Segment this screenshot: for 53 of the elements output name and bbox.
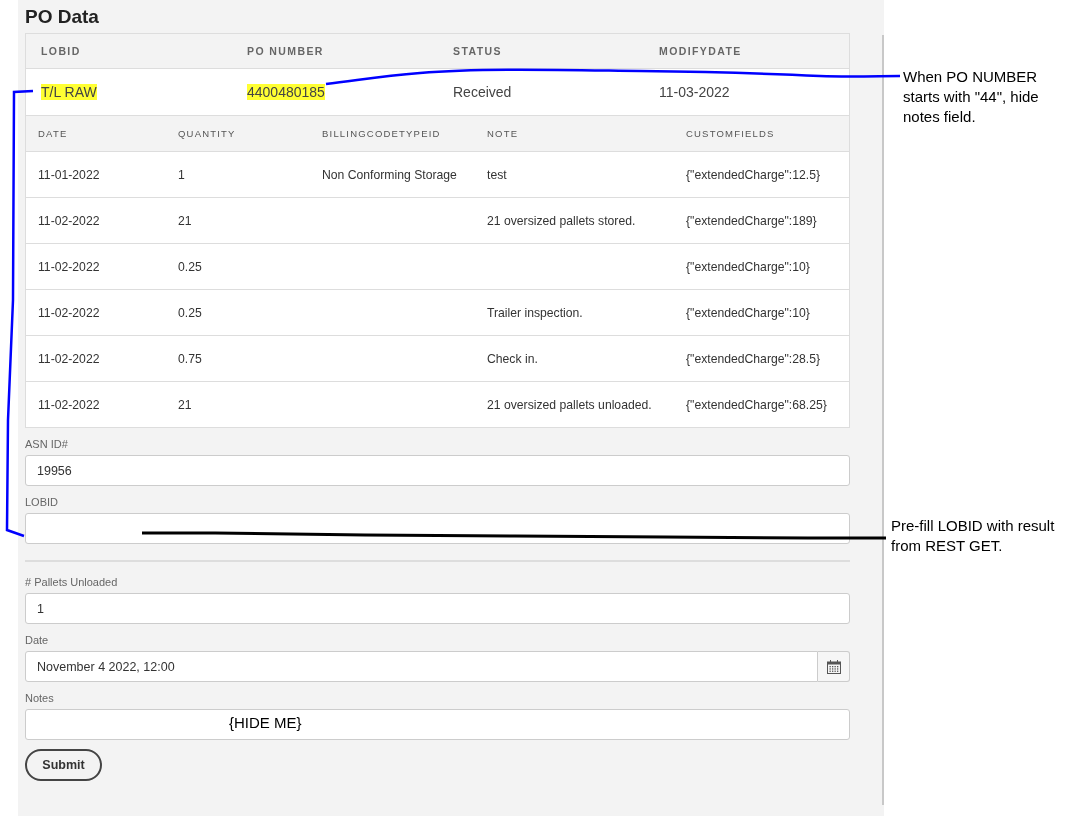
field-label: Date [25,634,50,646]
column-header: DATE [37,128,69,139]
input-field[interactable]: {HIDE ME} [25,709,850,740]
table-cell-text: 0.75 [177,351,203,366]
table-cell-text: 0.25 [177,259,203,274]
table-cell-text: 1 [177,167,186,182]
column-header: CUSTOMFIELDS [685,128,776,139]
table-cell-text: {"extendedCharge":10} [685,259,811,274]
field-label: # Pallets Unloaded [25,576,119,588]
column-header: QUANTITY [177,128,237,139]
column-header: PO NUMBER [246,45,325,57]
table-cell-text: 0.25 [177,305,203,320]
table-cell-text: 11-02-2022 [37,213,101,228]
table-cell-text: {"extendedCharge":12.5} [685,167,822,182]
table-cell: Received [453,84,512,100]
table-cell-text: 21 [177,213,193,228]
input-field[interactable] [25,513,850,544]
column-header: LOBID [40,45,82,57]
field-label: LOBID [25,496,59,508]
field-label: ASN ID# [25,438,69,450]
table-cell-text: 11-02-2022 [37,305,101,320]
table-cell: 4400480185 [247,84,325,100]
column-header: MODIFYDATE [658,45,743,57]
table-cell-text: 11-02-2022 [37,351,101,366]
table-cell-text: {"extendedCharge":68.25} [685,397,828,412]
annotation-text: When PO NUMBER starts with "44", hide notes field. [903,67,1040,127]
page-title: PO Data [25,6,100,27]
calendar-icon[interactable] [818,651,850,682]
table-cell-text: Non Conforming Storage [321,167,458,182]
table-cell-text: 11-02-2022 [37,259,101,274]
table-cell-text: Check in. [486,351,539,366]
date-field[interactable]: November 4 2022, 12:00 [25,651,818,682]
annotation-text: Pre-fill LOBID with result from REST GET. [891,516,1056,556]
table-cell-text: {"extendedCharge":10} [685,305,811,320]
input-field[interactable]: 19956 [25,455,850,486]
table-cell: T/L RAW [41,84,97,100]
table-cell-text: test [486,167,508,182]
table-cell-text: {"extendedCharge":189} [685,213,818,228]
table-cell-text: {"extendedCharge":28.5} [685,351,822,366]
table-cell-text: 11-02-2022 [37,397,101,412]
table-cell-text: 21 oversized pallets stored. [486,213,637,228]
field-label: Notes [25,692,55,704]
annotation-note: {HIDE ME} [229,714,302,731]
table-cell-text: 21 oversized pallets unloaded. [486,397,653,412]
column-header: STATUS [452,45,503,57]
column-header: NOTE [486,128,520,139]
table-cell-text: 11-01-2022 [37,167,101,182]
table-cell-text: 21 [177,397,193,412]
table-cell: 11-03-2022 [659,84,730,100]
table-cell-text: Trailer inspection. [486,305,584,320]
input-field[interactable]: 1 [25,593,850,624]
submit-button[interactable]: Submit [25,749,102,781]
column-header: BILLINGCODETYPEID [321,128,442,139]
